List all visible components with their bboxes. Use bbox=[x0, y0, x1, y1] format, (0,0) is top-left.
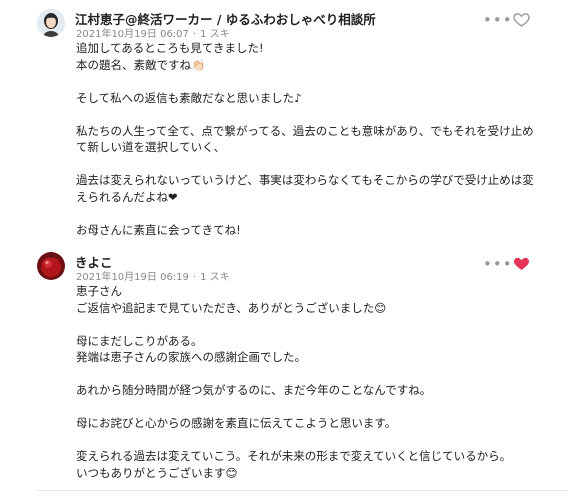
comment-line: ご返信や追記まで見ていただき、ありがとうございました😊 bbox=[76, 300, 387, 315]
like-count[interactable]: 1 スキ bbox=[200, 29, 230, 40]
comment-body: 恵子さん ご返信や追記まで見ていただき、ありがとうございました😊 母にまだしこり… bbox=[76, 283, 566, 481]
comment-line: 本の題名、素敵ですね👏🏻 bbox=[76, 57, 206, 72]
comment-line: 発端は恵子さんの家族への感謝企画でした。 bbox=[76, 350, 306, 364]
comment-meta: 2021年10月19日 06:19 · 1 スキ bbox=[76, 272, 230, 283]
comment-body: 追加してあるところも見てきました! 本の題名、素敵ですね👏🏻 そして私への返信も… bbox=[76, 40, 566, 238]
comment-divider bbox=[37, 240, 567, 241]
like-count[interactable]: 1 スキ bbox=[200, 272, 230, 283]
comment-line: 恵子さん bbox=[76, 284, 122, 298]
comment-line: 追加してあるところも見てきました! bbox=[76, 41, 264, 55]
comment-line: 変えられる過去は変えていこう。それが未来の形まで変えていくと信じているから。 bbox=[76, 449, 512, 463]
comment-line: 母にまだしこりがある。 bbox=[76, 333, 203, 348]
comment-meta: 2021年10月19日 06:07 · 1 スキ bbox=[76, 29, 230, 40]
comment-line: て新しい道を選択していく、 bbox=[76, 140, 226, 154]
avatar[interactable] bbox=[37, 9, 65, 37]
comment-divider bbox=[37, 490, 567, 491]
avatar[interactable] bbox=[37, 252, 65, 280]
heart-filled-icon[interactable] bbox=[513, 255, 530, 272]
more-dots-icon[interactable]: ••• bbox=[483, 13, 513, 28]
comment-line: 私たちの人生って全て、点で繋がってる、過去のことも意味があり、でもそれを受け止め bbox=[76, 123, 534, 138]
comment-date: 2021年10月19日 06:19 bbox=[76, 272, 189, 283]
comment-line: そして私への返信も素敵だなと思いました♪ bbox=[76, 90, 302, 105]
comment-line: お母さんに素直に会ってきてね! bbox=[76, 222, 241, 237]
comment-line: いつもありがとうございます😊 bbox=[76, 465, 238, 480]
more-dots-icon[interactable]: ••• bbox=[483, 257, 513, 272]
comment-line: えられるんだよね❤ bbox=[76, 189, 178, 204]
comment-line: 母にお詫びと心からの感謝を素直に伝えてこようと思います。 bbox=[76, 416, 397, 430]
heart-outline-icon[interactable] bbox=[513, 11, 530, 28]
comment-date: 2021年10月19日 06:07 bbox=[76, 29, 189, 40]
comment-line: 過去は変えられないっていうけど、事実は変わらなくてもそこからの学びで受け止めは変 bbox=[76, 173, 534, 187]
comment-line: あれから随分時間が経つ気がするのに、まだ今年のことなんですね。 bbox=[76, 383, 432, 397]
